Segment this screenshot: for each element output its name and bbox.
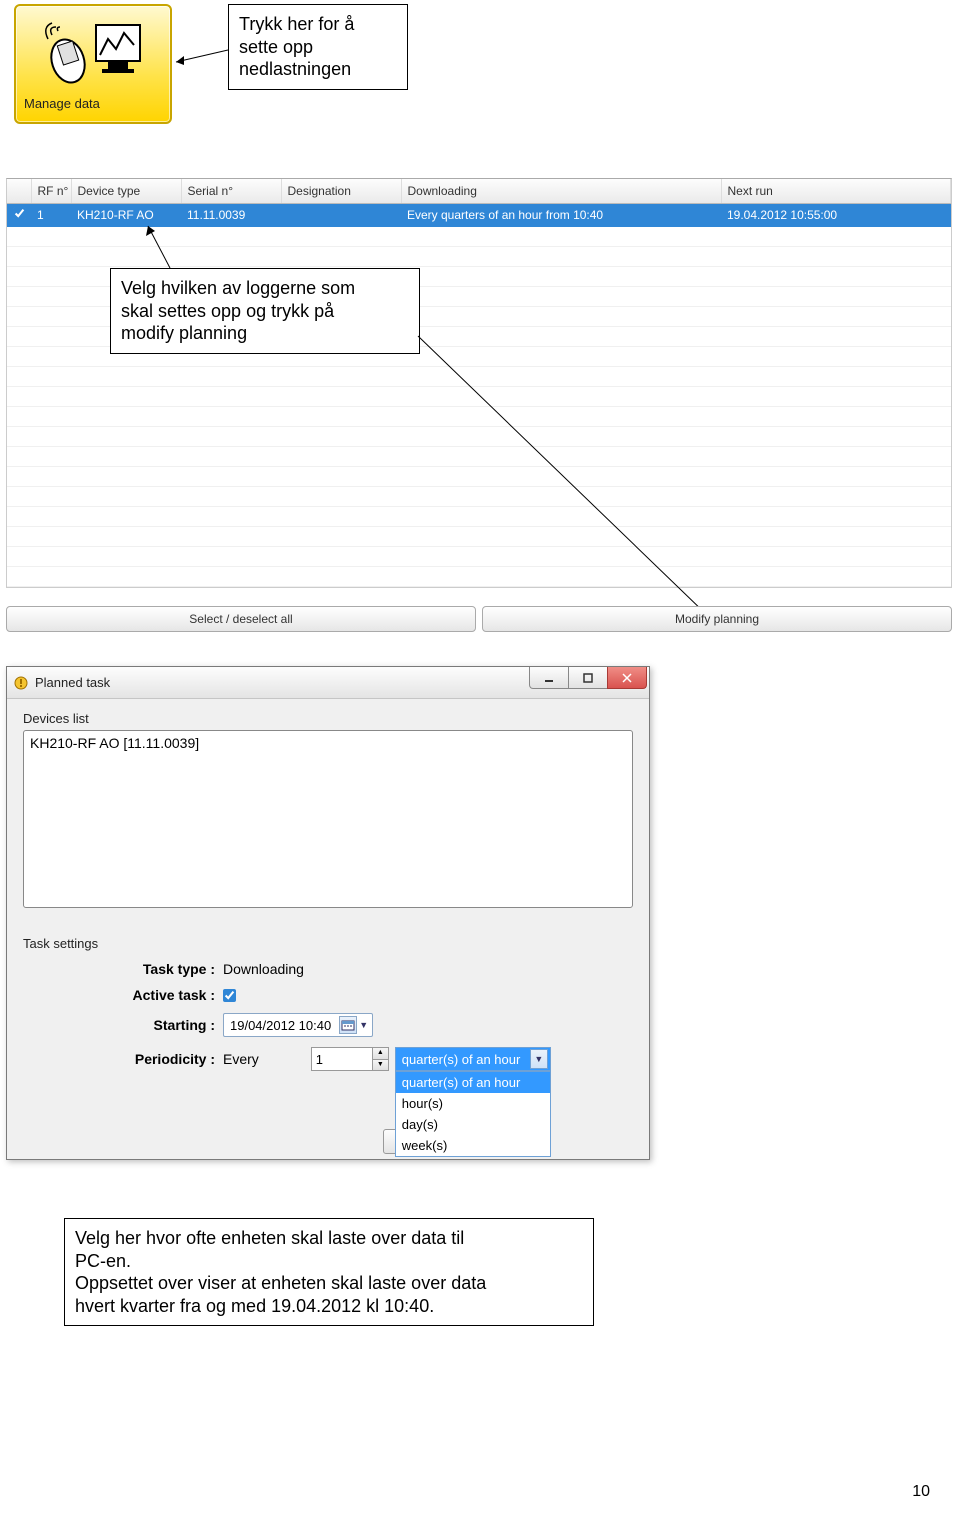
combo-option[interactable]: day(s): [396, 1114, 550, 1135]
cell-downloading: Every quarters of an hour from 10:40: [401, 203, 721, 226]
table-row[interactable]: [7, 546, 951, 566]
cell-designation: [281, 203, 401, 226]
cell-nextrun: 19.04.2012 10:55:00: [721, 203, 951, 226]
table-row[interactable]: [7, 446, 951, 466]
table-row[interactable]: [7, 566, 951, 586]
combo-dropdown-icon[interactable]: ▼: [530, 1049, 548, 1069]
dialog-titlebar[interactable]: Planned task: [7, 667, 649, 699]
maximize-button[interactable]: [568, 667, 608, 689]
chevron-down-icon[interactable]: ▼: [359, 1020, 368, 1030]
combo-option[interactable]: quarter(s) of an hour: [396, 1072, 550, 1093]
spin-up-icon[interactable]: ▲: [372, 1048, 388, 1059]
cell-device: KH210-RF AO: [71, 203, 181, 226]
col-check[interactable]: [7, 179, 31, 203]
table-row[interactable]: [7, 246, 951, 266]
callout-2: Velg hvilken av loggerne som skal settes…: [110, 268, 420, 354]
minimize-button[interactable]: [529, 667, 569, 689]
table-row[interactable]: [7, 426, 951, 446]
cell-rf: 1: [31, 203, 71, 226]
planned-task-dialog: Planned task Devices list KH210-RF AO [1…: [6, 666, 650, 1160]
starting-datetime-field[interactable]: 19/04/2012 10:40 ▼: [223, 1013, 373, 1037]
col-serial[interactable]: Serial n°: [181, 179, 281, 203]
page-number: 10: [912, 1483, 930, 1501]
task-type-label: Task type :: [23, 961, 223, 977]
periodicity-count-input[interactable]: [312, 1048, 372, 1070]
close-button[interactable]: [607, 667, 647, 689]
starting-value: 19/04/2012 10:40: [230, 1018, 331, 1033]
task-settings-label: Task settings: [23, 936, 633, 951]
dialog-title: Planned task: [35, 675, 110, 690]
periodicity-unit-dropdown: quarter(s) of an hour hour(s) day(s) wee…: [395, 1071, 551, 1157]
periodicity-label: Periodicity :: [23, 1051, 223, 1067]
periodicity-every-text: Every: [223, 1051, 259, 1067]
dialog-icon: [13, 675, 29, 691]
table-row[interactable]: [7, 386, 951, 406]
row-checkbox[interactable]: [13, 207, 26, 220]
col-nextrun[interactable]: Next run: [721, 179, 951, 203]
col-rf[interactable]: RF n°: [31, 179, 71, 203]
starting-label: Starting :: [23, 1017, 223, 1033]
active-task-checkbox[interactable]: [223, 989, 236, 1002]
callout-1: Trykk her for å sette opp nedlastningen: [228, 4, 408, 90]
spin-down-icon[interactable]: ▼: [372, 1059, 388, 1070]
col-designation[interactable]: Designation: [281, 179, 401, 203]
device-table: RF n° Device type Serial n° Designation …: [6, 178, 952, 588]
col-downloading[interactable]: Downloading: [401, 179, 721, 203]
table-header-row: RF n° Device type Serial n° Designation …: [7, 179, 951, 203]
combo-option[interactable]: hour(s): [396, 1093, 550, 1114]
manage-data-icon: [16, 12, 170, 92]
task-type-value: Downloading: [223, 961, 304, 977]
table-row[interactable]: [7, 506, 951, 526]
devices-list-label: Devices list: [23, 711, 633, 726]
periodicity-unit-selected: quarter(s) of an hour: [402, 1052, 521, 1067]
periodicity-unit-combo[interactable]: quarter(s) of an hour ▼ quarter(s) of an…: [395, 1047, 551, 1071]
table-row[interactable]: [7, 466, 951, 486]
table-row[interactable]: [7, 406, 951, 426]
table-row[interactable]: [7, 366, 951, 386]
modify-planning-button[interactable]: Modify planning: [482, 606, 952, 632]
periodicity-count-spinner[interactable]: ▲ ▼: [311, 1047, 389, 1071]
manage-data-button[interactable]: Manage data: [14, 4, 172, 124]
cell-serial: 11.11.0039: [181, 203, 281, 226]
table-row[interactable]: [7, 486, 951, 506]
table-row[interactable]: [7, 526, 951, 546]
combo-option[interactable]: week(s): [396, 1135, 550, 1156]
active-task-label: Active task :: [23, 987, 223, 1003]
device-list-item[interactable]: KH210-RF AO [11.11.0039]: [30, 735, 626, 751]
calendar-dropdown-icon[interactable]: [339, 1016, 357, 1034]
manage-data-label: Manage data: [16, 92, 170, 115]
callout-3: Velg her hvor ofte enheten skal laste ov…: [64, 1218, 594, 1326]
table-row[interactable]: 1 KH210-RF AO 11.11.0039 Every quarters …: [7, 203, 951, 226]
col-device-type[interactable]: Device type: [71, 179, 181, 203]
select-deselect-all-button[interactable]: Select / deselect all: [6, 606, 476, 632]
devices-listbox[interactable]: KH210-RF AO [11.11.0039]: [23, 730, 633, 908]
table-row[interactable]: [7, 226, 951, 246]
